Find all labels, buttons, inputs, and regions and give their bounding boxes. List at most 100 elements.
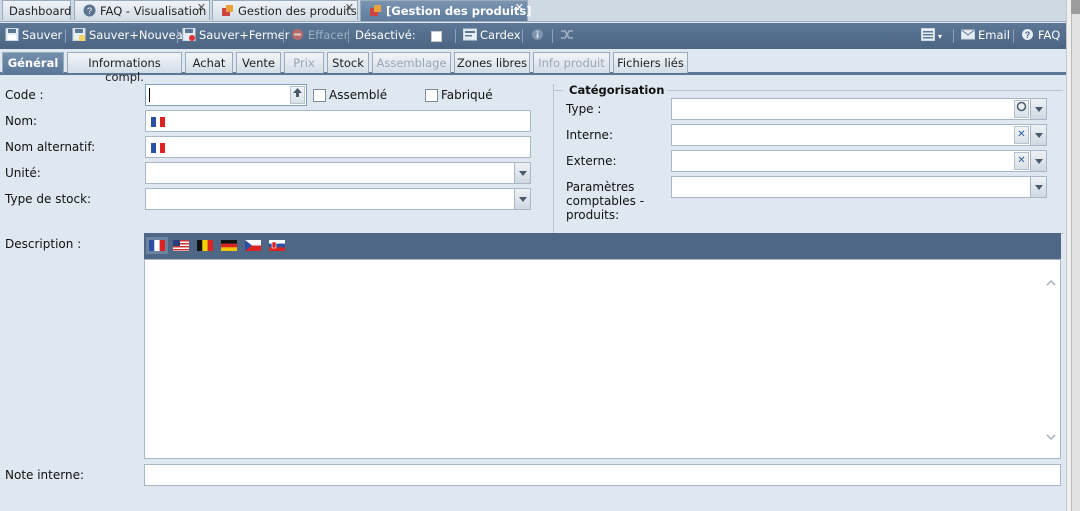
window-scrollbar[interactable] <box>1066 0 1080 511</box>
chevron-down-icon[interactable] <box>1030 151 1046 171</box>
floppy-new-icon <box>72 28 86 41</box>
cardex-button[interactable]: Cardex <box>463 28 521 44</box>
tab-general[interactable]: Général <box>2 52 64 73</box>
cardex-icon <box>463 28 477 41</box>
tab-info-produit[interactable]: Info produit <box>533 52 610 73</box>
tab-achat[interactable]: Achat <box>185 52 233 73</box>
floppy-icon <box>5 28 19 41</box>
description-editor[interactable] <box>144 259 1061 459</box>
info-button[interactable] <box>531 28 548 44</box>
svg-text:?: ? <box>1025 30 1031 40</box>
tab-label: Dashboard <box>9 4 72 18</box>
tab-label: [Gestion des produits] <box>386 4 532 18</box>
de-flag-icon[interactable] <box>221 240 237 251</box>
help-icon: ? <box>1021 28 1035 41</box>
assembled-checkbox[interactable] <box>313 89 326 102</box>
accounting-select[interactable] <box>671 176 1047 198</box>
toolbar-separator <box>283 29 284 43</box>
toolbar-separator <box>177 29 178 43</box>
toolbar-separator <box>455 29 456 43</box>
tab-zones-libres[interactable]: Zones libres <box>454 52 530 73</box>
toolbar: Sauver Sauver+Nouveau Sauver+Fermer Effa… <box>0 23 1066 49</box>
close-icon[interactable]: ✕ <box>197 1 206 14</box>
save-button[interactable]: Sauver <box>5 28 62 44</box>
code-generate-button[interactable] <box>290 86 305 104</box>
chevron-down-icon: ▾ <box>938 32 943 41</box>
external-label: Externe: <box>566 154 617 168</box>
chevron-down-icon[interactable] <box>1030 99 1046 119</box>
chevron-down-icon[interactable] <box>514 163 530 183</box>
close-icon[interactable]: ✕ <box>345 1 354 14</box>
name-input[interactable] <box>145 110 531 132</box>
be-flag-icon[interactable] <box>197 240 213 251</box>
tab-informations[interactable]: Informations compl. <box>67 52 182 84</box>
assembled-label: Assemblé <box>329 88 388 102</box>
shuffle-button[interactable] <box>560 28 577 44</box>
scroll-up-icon[interactable] <box>1046 277 1056 287</box>
up-arrow-icon <box>293 88 302 97</box>
internal-select[interactable]: ✕ <box>671 124 1047 146</box>
toolbar-separator <box>552 29 553 43</box>
tab-label: Gestion des produits <box>238 4 357 18</box>
chevron-down-icon[interactable] <box>1030 177 1046 197</box>
clear-icon[interactable]: ✕ <box>1014 126 1029 144</box>
tab-gestion-produits-active[interactable]: [Gestion des produits] ✕ <box>360 0 532 21</box>
fieldset-border <box>553 90 563 91</box>
floppy-close-icon <box>182 28 196 41</box>
svg-text:?: ? <box>87 6 92 16</box>
code-label: Code : <box>5 88 44 102</box>
info-icon <box>531 28 545 41</box>
alt-name-input[interactable] <box>145 136 531 158</box>
scrollbar-track[interactable] <box>1071 0 1080 511</box>
manufactured-checkbox[interactable] <box>425 89 438 102</box>
fr-flag-icon <box>151 142 165 153</box>
clear-icon[interactable]: ✕ <box>1014 152 1029 170</box>
scrollbar-thumb[interactable] <box>1071 0 1080 14</box>
fr-flag-icon <box>151 116 165 127</box>
stock-type-select[interactable] <box>145 188 531 210</box>
delete-button[interactable]: Effacer <box>291 28 348 44</box>
disabled-checkbox[interactable] <box>431 31 442 42</box>
scroll-down-icon[interactable] <box>1046 431 1056 441</box>
tab-dashboard[interactable]: Dashboard <box>2 0 71 20</box>
email-icon <box>961 28 975 41</box>
accounting-label: Paramètres comptables - produits: <box>566 180 645 222</box>
email-button[interactable]: Email <box>961 28 1010 44</box>
tab-fichiers-lies[interactable]: Fichiers liés <box>613 52 688 73</box>
code-input[interactable] <box>145 84 307 106</box>
tab-stock[interactable]: Stock <box>327 52 369 73</box>
tab-vente[interactable]: Vente <box>236 52 281 73</box>
tab-label: FAQ - Visualisation <box>100 4 207 18</box>
sk-flag-icon[interactable] <box>269 240 285 251</box>
toolbar-separator <box>348 29 349 43</box>
cz-flag-icon[interactable] <box>245 240 261 251</box>
section-tab-strip: Général Informations compl. Achat Vente … <box>0 49 1066 84</box>
tab-gestion-produits[interactable]: Gestion des produits ✕ <box>212 0 358 20</box>
toolbar-separator <box>522 29 523 43</box>
language-toolbar <box>144 233 1061 259</box>
close-icon[interactable]: ✕ <box>515 1 524 14</box>
internal-note-input[interactable] <box>144 464 1061 486</box>
delete-icon <box>291 28 305 41</box>
fieldset-border <box>650 90 1063 91</box>
tab-prix[interactable]: Prix <box>284 52 324 73</box>
external-select[interactable]: ✕ <box>671 150 1047 172</box>
text-cursor <box>149 88 150 102</box>
type-select[interactable] <box>671 98 1047 120</box>
layout-icon <box>921 28 935 41</box>
name-label: Nom: <box>5 114 38 128</box>
faq-button[interactable]: ? FAQ <box>1021 28 1060 44</box>
shuffle-icon <box>560 28 574 41</box>
save-new-button[interactable]: Sauver+Nouveau <box>72 28 190 44</box>
us-flag-icon[interactable] <box>173 240 189 251</box>
layout-menu-button[interactable]: ▾ <box>921 28 942 44</box>
search-icon[interactable] <box>1014 100 1029 118</box>
chevron-down-icon[interactable] <box>514 189 530 209</box>
fr-flag-icon[interactable] <box>146 237 168 254</box>
toolbar-separator <box>65 29 66 43</box>
tab-faq-visualisation[interactable]: ? FAQ - Visualisation ✕ <box>74 0 210 20</box>
unit-select[interactable] <box>145 162 531 184</box>
tab-assemblage[interactable]: Assemblage <box>372 52 451 73</box>
save-close-button[interactable]: Sauver+Fermer <box>182 28 289 44</box>
chevron-down-icon[interactable] <box>1030 125 1046 145</box>
